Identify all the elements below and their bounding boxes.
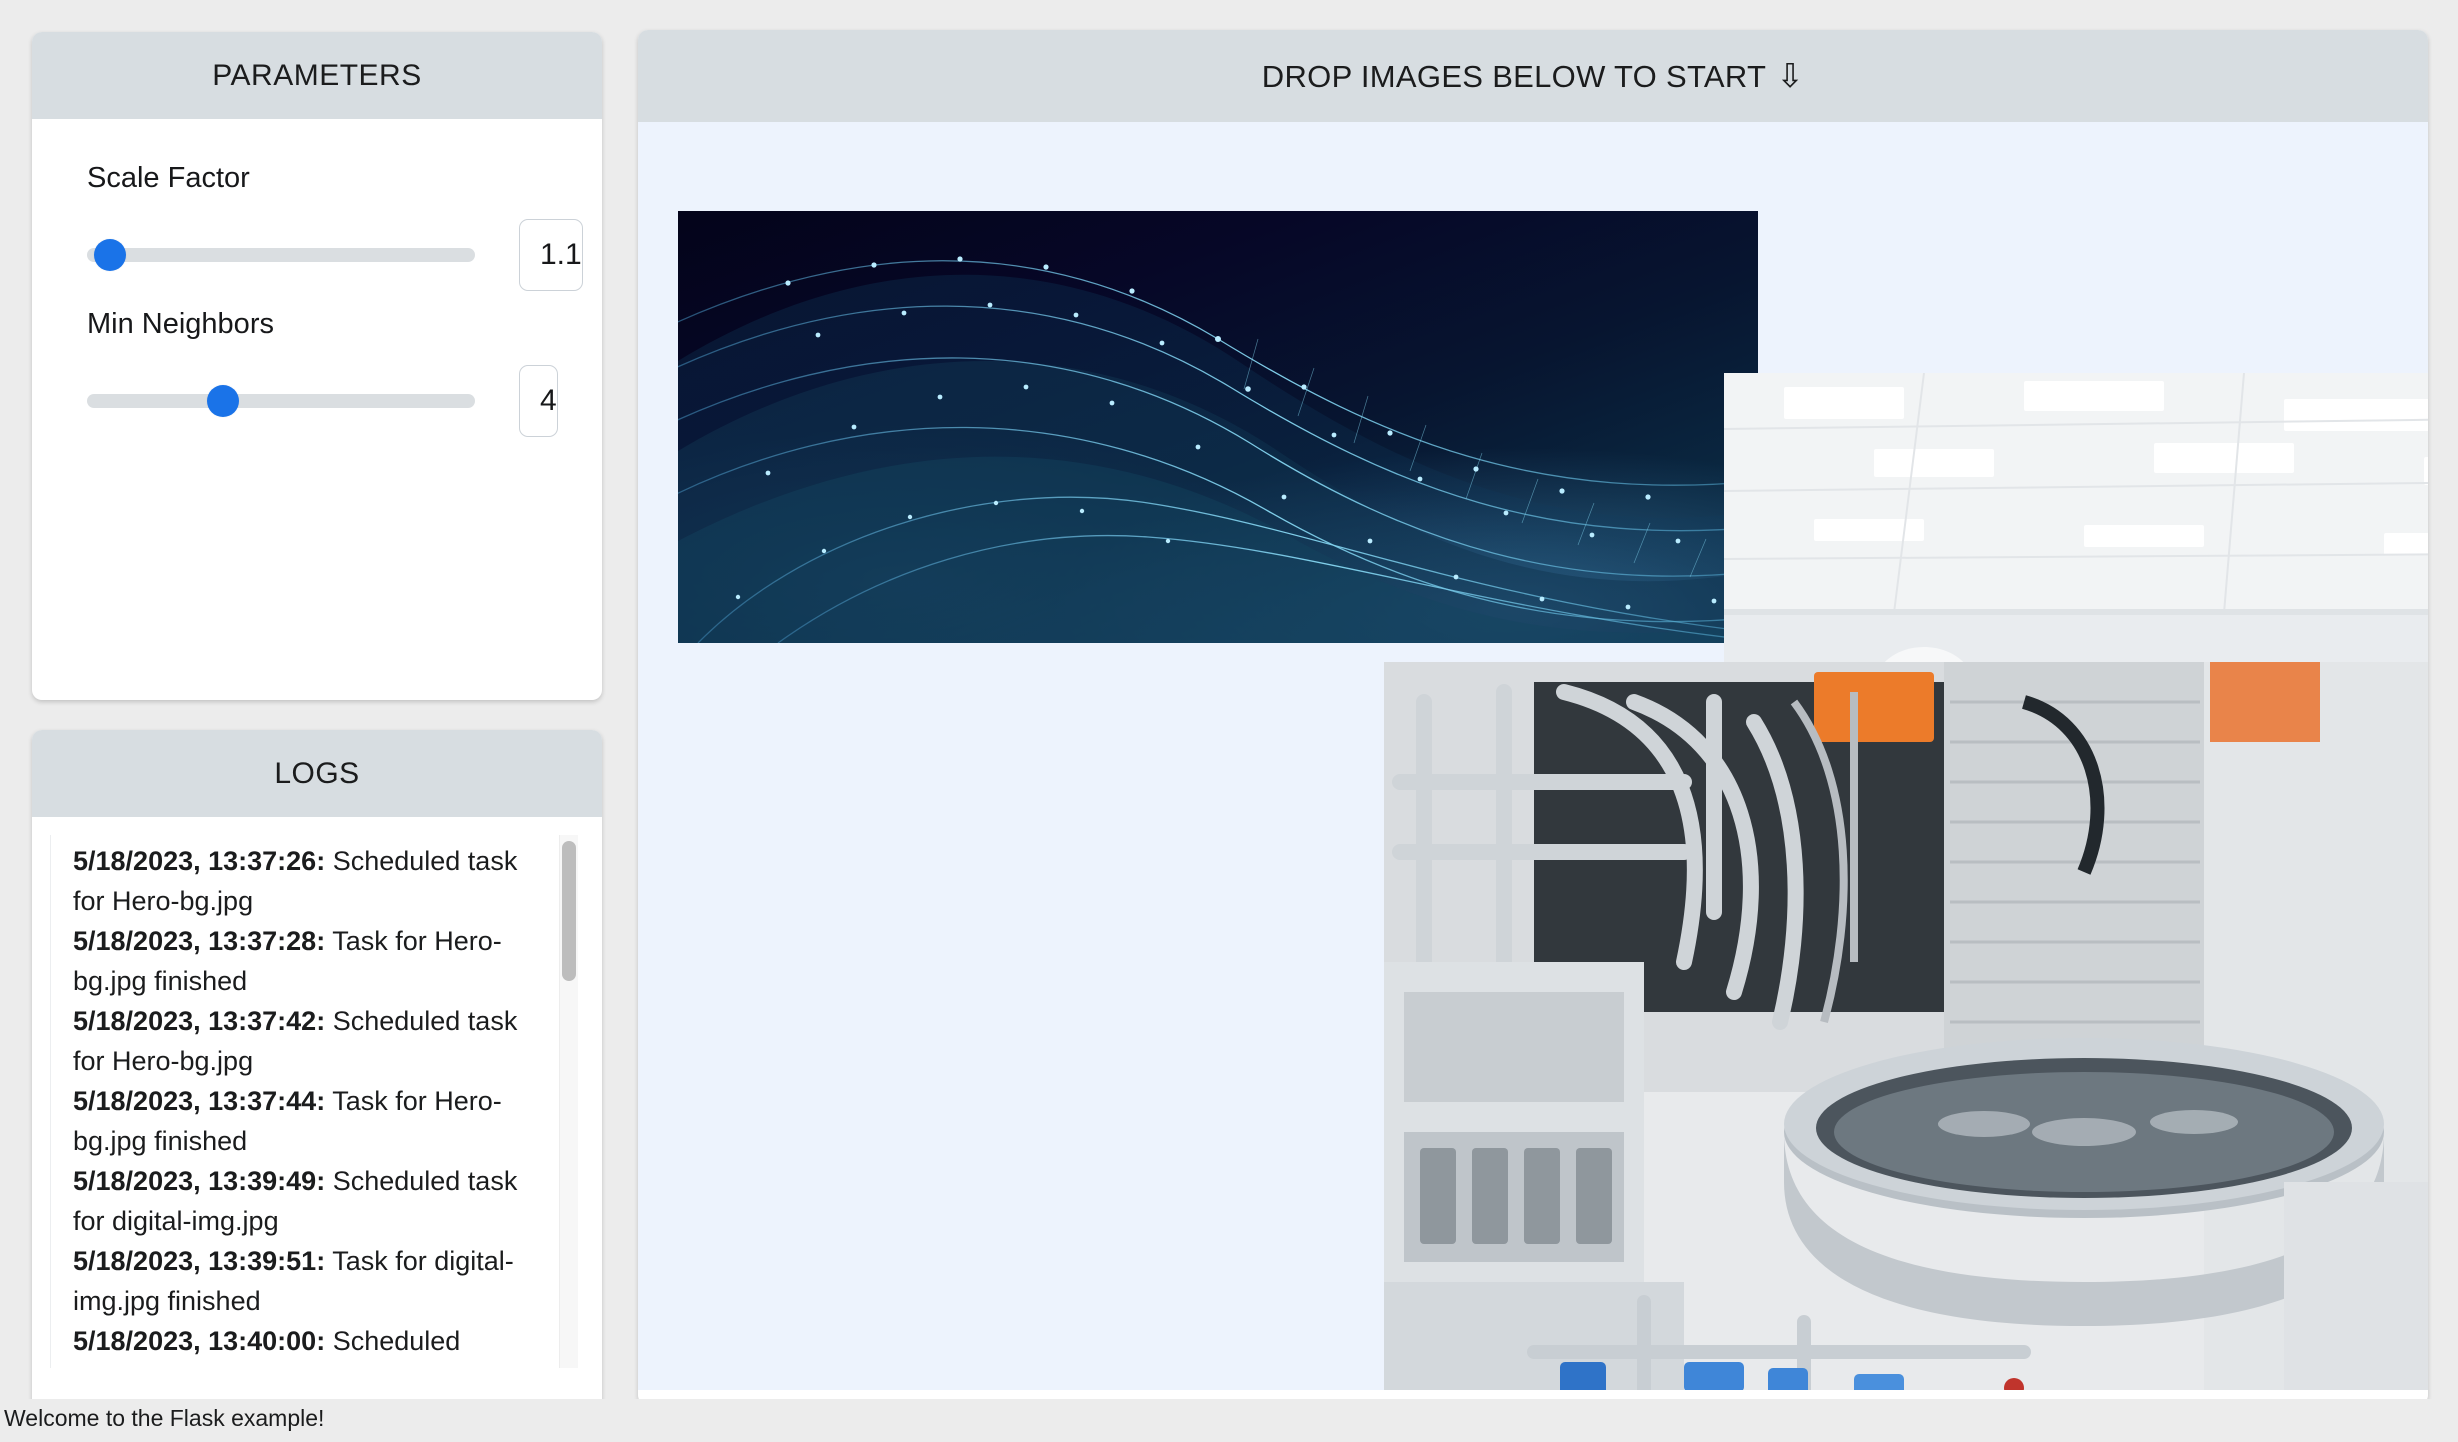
log-entry-timestamp: 5/18/2023, 13:39:49: bbox=[73, 1166, 326, 1196]
log-entry: 5/18/2023, 13:39:51: Task for digital-im… bbox=[73, 1241, 554, 1321]
dropped-image-digital[interactable] bbox=[678, 211, 1758, 643]
status-bar: Welcome to the Flask example! bbox=[0, 1399, 2458, 1442]
scale-factor-slider-thumb[interactable] bbox=[94, 239, 127, 271]
scale-factor-label: Scale Factor bbox=[87, 162, 250, 194]
dropped-image-machinery[interactable] bbox=[1384, 662, 2428, 1390]
scale-factor-slider[interactable] bbox=[87, 236, 475, 274]
log-entry-timestamp: 5/18/2023, 13:37:42: bbox=[73, 1006, 326, 1036]
dropzone-drop-area[interactable] bbox=[638, 122, 2428, 1390]
logs-scrollbar-thumb[interactable] bbox=[562, 841, 576, 981]
log-entry-timestamp: 5/18/2023, 13:37:28: bbox=[73, 926, 326, 956]
log-entry-timestamp: 5/18/2023, 13:40:00: bbox=[73, 1326, 326, 1356]
scale-factor-slider-track bbox=[87, 248, 475, 262]
dropzone-title: DROP IMAGES BELOW TO START bbox=[1261, 59, 1767, 94]
parameters-panel: PARAMETERS Scale Factor 1.1 Min Neighbor… bbox=[32, 32, 602, 700]
parameters-panel-title: PARAMETERS bbox=[32, 32, 602, 119]
log-entry: 5/18/2023, 13:37:26: Scheduled task for … bbox=[73, 841, 554, 921]
logs-panel: LOGS 5/18/2023, 13:37:26: Scheduled task… bbox=[32, 730, 602, 1410]
wave-graphic bbox=[678, 256, 1758, 643]
log-entry: 5/18/2023, 13:37:28: Task for Hero-bg.jp… bbox=[73, 921, 554, 1001]
parameters-body: Scale Factor 1.1 Min Neighbors 4 bbox=[32, 119, 602, 437]
app-window: PARAMETERS Scale Factor 1.1 Min Neighbor… bbox=[0, 0, 2458, 1442]
machinery-photo bbox=[1384, 662, 2428, 1390]
scale-factor-input[interactable]: 1.1 bbox=[519, 219, 583, 291]
logs-scrollbar[interactable] bbox=[559, 835, 578, 1368]
log-entry: 5/18/2023, 13:39:49: Scheduled task for … bbox=[73, 1161, 554, 1241]
log-entry: 5/18/2023, 13:37:44: Task for Hero-bg.jp… bbox=[73, 1081, 554, 1161]
min-neighbors-input[interactable]: 4 bbox=[519, 365, 558, 437]
logs-panel-title: LOGS bbox=[32, 730, 602, 817]
min-neighbors-row: 4 bbox=[87, 365, 558, 437]
log-entry-timestamp: 5/18/2023, 13:37:26: bbox=[73, 846, 326, 876]
min-neighbors-label: Min Neighbors bbox=[87, 308, 274, 340]
log-entry-timestamp: 5/18/2023, 13:39:51: bbox=[73, 1246, 326, 1276]
min-neighbors-slider-thumb[interactable] bbox=[206, 385, 239, 417]
logs-list[interactable]: 5/18/2023, 13:37:26: Scheduled task for … bbox=[50, 835, 584, 1368]
log-entry: 5/18/2023, 13:40:00: Scheduled bbox=[73, 1321, 554, 1361]
dropzone-panel[interactable]: DROP IMAGES BELOW TO START ⇩ bbox=[638, 30, 2428, 1405]
scale-factor-row: 1.1 bbox=[87, 219, 583, 291]
log-entry: 5/18/2023, 13:37:42: Scheduled task for … bbox=[73, 1001, 554, 1081]
log-entry-timestamp: 5/18/2023, 13:37:44: bbox=[73, 1086, 326, 1116]
min-neighbors-slider-track bbox=[87, 394, 475, 408]
dropzone-title-bar: DROP IMAGES BELOW TO START ⇩ bbox=[638, 30, 2428, 122]
log-entry-message: Scheduled bbox=[325, 1326, 461, 1356]
min-neighbors-slider[interactable] bbox=[87, 382, 475, 420]
arrow-down-icon: ⇩ bbox=[1776, 57, 1805, 94]
